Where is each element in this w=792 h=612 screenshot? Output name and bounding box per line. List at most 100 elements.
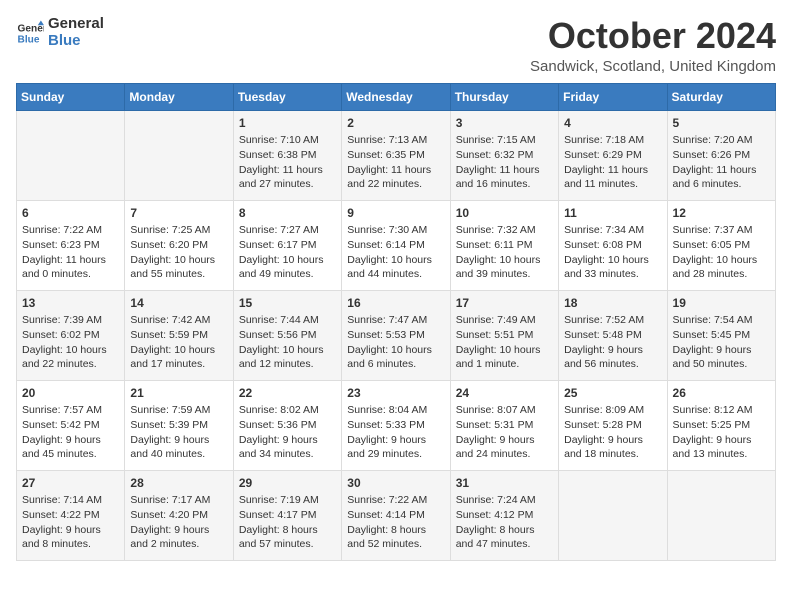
cell-line: and 6 minutes. bbox=[673, 177, 770, 192]
cell-line: Sunset: 4:22 PM bbox=[22, 508, 119, 523]
day-number: 23 bbox=[347, 385, 444, 402]
cell-line: Sunrise: 7:44 AM bbox=[239, 313, 336, 328]
cell-line: Sunset: 5:59 PM bbox=[130, 328, 227, 343]
day-number: 5 bbox=[673, 115, 770, 132]
cell-line: Sunset: 6:29 PM bbox=[564, 148, 661, 163]
cell-line: and 50 minutes. bbox=[673, 357, 770, 372]
cell-line: Sunset: 5:56 PM bbox=[239, 328, 336, 343]
calendar-table: SundayMondayTuesdayWednesdayThursdayFrid… bbox=[16, 83, 776, 561]
cell-line: Daylight: 9 hours bbox=[673, 433, 770, 448]
day-number: 30 bbox=[347, 475, 444, 492]
cell-line: Sunset: 5:31 PM bbox=[456, 418, 553, 433]
cell-line: Sunrise: 7:27 AM bbox=[239, 223, 336, 238]
calendar-cell: 10Sunrise: 7:32 AMSunset: 6:11 PMDayligh… bbox=[450, 200, 558, 290]
cell-line: Sunset: 6:08 PM bbox=[564, 238, 661, 253]
calendar-cell: 3Sunrise: 7:15 AMSunset: 6:32 PMDaylight… bbox=[450, 110, 558, 200]
cell-line: Sunset: 6:32 PM bbox=[456, 148, 553, 163]
cell-line: Daylight: 9 hours bbox=[673, 343, 770, 358]
cell-line: Daylight: 9 hours bbox=[22, 523, 119, 538]
cell-line: Daylight: 8 hours bbox=[456, 523, 553, 538]
cell-line: Sunset: 5:48 PM bbox=[564, 328, 661, 343]
cell-line: Sunrise: 7:42 AM bbox=[130, 313, 227, 328]
logo: General Blue General Blue bbox=[16, 16, 104, 49]
calendar-cell bbox=[17, 110, 125, 200]
cell-line: Sunrise: 7:57 AM bbox=[22, 403, 119, 418]
day-number: 7 bbox=[130, 205, 227, 222]
calendar-cell bbox=[559, 470, 667, 560]
calendar-cell: 12Sunrise: 7:37 AMSunset: 6:05 PMDayligh… bbox=[667, 200, 775, 290]
cell-line: Sunrise: 8:02 AM bbox=[239, 403, 336, 418]
cell-line: and 44 minutes. bbox=[347, 267, 444, 282]
cell-line: Sunset: 5:51 PM bbox=[456, 328, 553, 343]
calendar-cell: 2Sunrise: 7:13 AMSunset: 6:35 PMDaylight… bbox=[342, 110, 450, 200]
week-row-5: 27Sunrise: 7:14 AMSunset: 4:22 PMDayligh… bbox=[17, 470, 776, 560]
cell-line: Sunrise: 8:09 AM bbox=[564, 403, 661, 418]
header-cell-monday: Monday bbox=[125, 83, 233, 110]
cell-line: and 8 minutes. bbox=[22, 537, 119, 552]
week-row-2: 6Sunrise: 7:22 AMSunset: 6:23 PMDaylight… bbox=[17, 200, 776, 290]
calendar-cell: 7Sunrise: 7:25 AMSunset: 6:20 PMDaylight… bbox=[125, 200, 233, 290]
day-number: 13 bbox=[22, 295, 119, 312]
cell-line: and 22 minutes. bbox=[22, 357, 119, 372]
cell-line: Sunset: 5:25 PM bbox=[673, 418, 770, 433]
cell-line: Daylight: 11 hours bbox=[673, 163, 770, 178]
cell-line: Sunrise: 7:25 AM bbox=[130, 223, 227, 238]
cell-line: Sunrise: 7:22 AM bbox=[22, 223, 119, 238]
calendar-cell: 29Sunrise: 7:19 AMSunset: 4:17 PMDayligh… bbox=[233, 470, 341, 560]
day-number: 31 bbox=[456, 475, 553, 492]
cell-line: and 29 minutes. bbox=[347, 447, 444, 462]
cell-line: and 12 minutes. bbox=[239, 357, 336, 372]
cell-line: and 52 minutes. bbox=[347, 537, 444, 552]
page-subtitle: Sandwick, Scotland, United Kingdom bbox=[530, 58, 776, 75]
day-number: 20 bbox=[22, 385, 119, 402]
cell-line: and 40 minutes. bbox=[130, 447, 227, 462]
cell-line: Daylight: 8 hours bbox=[239, 523, 336, 538]
cell-line: Sunrise: 7:49 AM bbox=[456, 313, 553, 328]
day-number: 21 bbox=[130, 385, 227, 402]
cell-line: Daylight: 11 hours bbox=[456, 163, 553, 178]
calendar-cell: 21Sunrise: 7:59 AMSunset: 5:39 PMDayligh… bbox=[125, 380, 233, 470]
cell-line: and 0 minutes. bbox=[22, 267, 119, 282]
day-number: 22 bbox=[239, 385, 336, 402]
cell-line: Sunrise: 8:12 AM bbox=[673, 403, 770, 418]
cell-line: Sunset: 6:35 PM bbox=[347, 148, 444, 163]
cell-line: Sunset: 6:26 PM bbox=[673, 148, 770, 163]
cell-line: Daylight: 11 hours bbox=[564, 163, 661, 178]
calendar-cell: 28Sunrise: 7:17 AMSunset: 4:20 PMDayligh… bbox=[125, 470, 233, 560]
cell-line: Sunrise: 7:59 AM bbox=[130, 403, 227, 418]
cell-line: Daylight: 10 hours bbox=[239, 343, 336, 358]
cell-line: Sunrise: 7:47 AM bbox=[347, 313, 444, 328]
week-row-3: 13Sunrise: 7:39 AMSunset: 6:02 PMDayligh… bbox=[17, 290, 776, 380]
cell-line: and 24 minutes. bbox=[456, 447, 553, 462]
header-cell-sunday: Sunday bbox=[17, 83, 125, 110]
cell-line: Daylight: 10 hours bbox=[22, 343, 119, 358]
page-header: General Blue General Blue October 2024 S… bbox=[16, 16, 776, 75]
cell-line: Sunrise: 7:22 AM bbox=[347, 493, 444, 508]
cell-line: and 55 minutes. bbox=[130, 267, 227, 282]
cell-line: Daylight: 11 hours bbox=[22, 253, 119, 268]
cell-line: Daylight: 10 hours bbox=[347, 253, 444, 268]
day-number: 19 bbox=[673, 295, 770, 312]
cell-line: Sunset: 6:05 PM bbox=[673, 238, 770, 253]
day-number: 24 bbox=[456, 385, 553, 402]
cell-line: Sunset: 6:14 PM bbox=[347, 238, 444, 253]
cell-line: and 57 minutes. bbox=[239, 537, 336, 552]
calendar-cell: 9Sunrise: 7:30 AMSunset: 6:14 PMDaylight… bbox=[342, 200, 450, 290]
calendar-cell: 19Sunrise: 7:54 AMSunset: 5:45 PMDayligh… bbox=[667, 290, 775, 380]
cell-line: and 47 minutes. bbox=[456, 537, 553, 552]
day-number: 10 bbox=[456, 205, 553, 222]
cell-line: Daylight: 9 hours bbox=[456, 433, 553, 448]
header-cell-saturday: Saturday bbox=[667, 83, 775, 110]
logo-general: General bbox=[48, 16, 104, 33]
header-cell-thursday: Thursday bbox=[450, 83, 558, 110]
calendar-cell: 31Sunrise: 7:24 AMSunset: 4:12 PMDayligh… bbox=[450, 470, 558, 560]
day-number: 6 bbox=[22, 205, 119, 222]
day-number: 8 bbox=[239, 205, 336, 222]
cell-line: Daylight: 10 hours bbox=[456, 253, 553, 268]
calendar-cell bbox=[125, 110, 233, 200]
cell-line: Daylight: 9 hours bbox=[564, 433, 661, 448]
cell-line: Sunrise: 7:54 AM bbox=[673, 313, 770, 328]
cell-line: Daylight: 10 hours bbox=[564, 253, 661, 268]
cell-line: Sunset: 6:17 PM bbox=[239, 238, 336, 253]
calendar-cell: 14Sunrise: 7:42 AMSunset: 5:59 PMDayligh… bbox=[125, 290, 233, 380]
